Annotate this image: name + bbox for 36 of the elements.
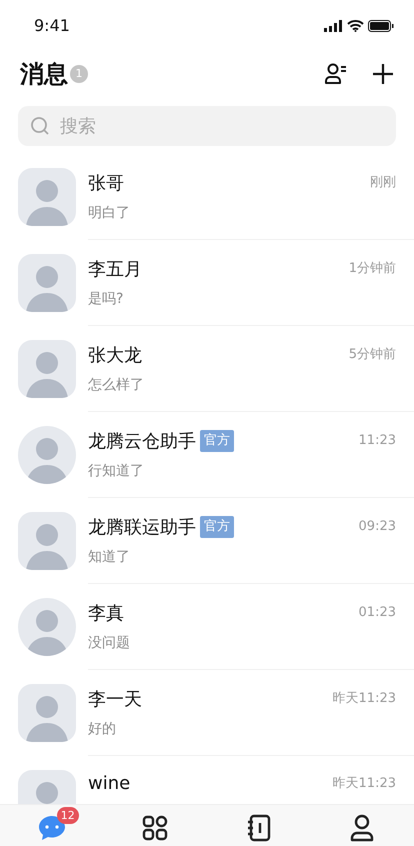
search-field[interactable]: 搜索 [18, 106, 396, 146]
signal-icon [324, 20, 343, 32]
contact-name: wine [88, 772, 130, 796]
contact-name: 龙腾联运助手 [88, 516, 196, 540]
message-preview: 是吗? [88, 290, 124, 308]
search-icon [30, 116, 50, 136]
message-time: 5分钟前 [348, 346, 396, 364]
contact-name: 张大龙 [88, 344, 142, 368]
message-time: 01:23 [358, 604, 396, 622]
wifi-icon [347, 20, 364, 32]
message-preview: 没问题 [88, 634, 131, 652]
count-badge: 1 [70, 65, 88, 83]
message-time: 刚刚 [370, 174, 396, 192]
message-time: 09:23 [358, 518, 396, 536]
message-time: 昨天11:23 [332, 690, 396, 708]
contact-name: 李真 [88, 602, 124, 626]
message-time: 1分钟前 [348, 260, 396, 278]
message-time: 昨天11:23 [332, 774, 396, 793]
status-time: 9:41 [34, 15, 70, 37]
message-preview: 知道了 [88, 548, 131, 566]
message-preview: 好的 [88, 720, 117, 738]
official-tag: 官方 [200, 430, 234, 452]
unread-badge: 12 [56, 807, 79, 824]
official-tag: 官方 [200, 516, 234, 538]
message-preview: 明白了 [88, 204, 131, 222]
message-time: 11:23 [358, 432, 396, 450]
battery-icon [368, 20, 394, 32]
person-list-icon[interactable] [324, 63, 348, 85]
contact-name: 龙腾云仓助手 [88, 430, 196, 454]
message-preview: 怎么样了 [88, 376, 145, 394]
contact-name: 张哥 [88, 172, 124, 196]
contact-name: 李一天 [88, 688, 142, 712]
contact-name: 李五月 [88, 258, 142, 282]
message-preview: 行知道了 [88, 462, 145, 480]
page-title: 消息 [20, 59, 68, 90]
add-icon[interactable] [372, 63, 394, 85]
